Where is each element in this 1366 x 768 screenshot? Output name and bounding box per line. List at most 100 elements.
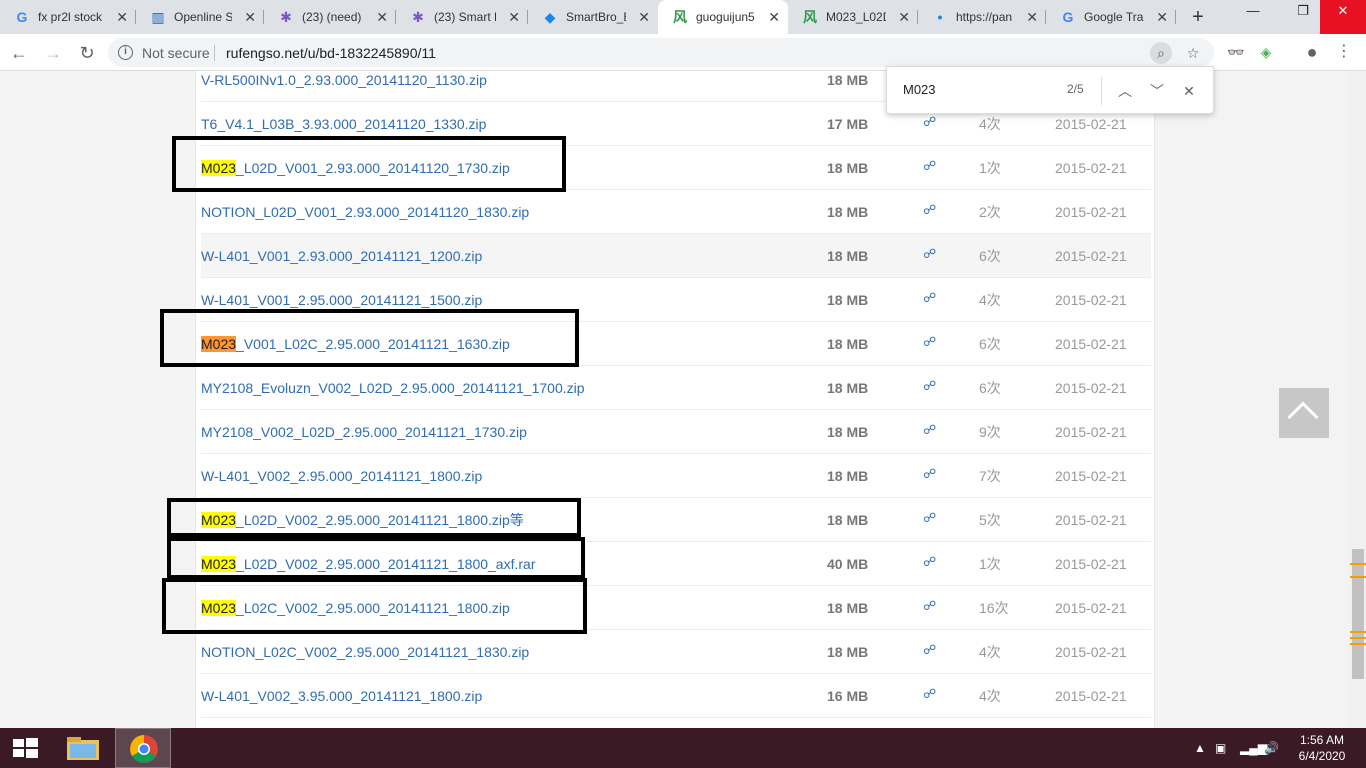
share-link-icon[interactable]: ☍ [923,410,936,450]
chrome-taskbar-button[interactable] [115,728,171,768]
share-link-icon[interactable]: ☍ [923,278,936,318]
new-tab-button[interactable]: + [1186,0,1210,34]
file-name-text: W-L401_V001_2.95.000_20141121_1500.zip [201,292,483,308]
scrollbar-thumb[interactable] [1352,549,1364,679]
tab-1[interactable]: ▥ Openline SN ✕ [136,0,264,34]
system-clock[interactable]: 1:56 AM 6/4/2020 [1282,732,1362,764]
share-link-icon[interactable]: ☍ [923,586,936,626]
file-row: W-L401_V002_2.95.000_20141121_1800.zip 18… [201,454,1151,498]
tab-close-icon[interactable]: ✕ [508,0,520,34]
reload-button[interactable]: ↻ [74,40,100,66]
share-link-icon[interactable]: ☍ [923,674,936,714]
back-button[interactable]: ← [6,40,32,66]
share-link-icon[interactable]: ☍ [923,498,936,538]
tab-close-icon[interactable]: ✕ [116,0,128,34]
windows-taskbar: ▲ ▣ ▂▄▆ 🔊 1:56 AM 6/4/2020 [0,728,1366,768]
share-link-icon[interactable]: ☍ [923,630,936,670]
find-bar: M023 2/5 ︿ ﹀ ✕ [886,66,1214,114]
share-link-icon[interactable]: ☍ [923,542,936,582]
tab-6[interactable]: 风 M023_L02D ✕ [788,0,918,34]
find-in-page-icon[interactable]: ⌕ [1150,42,1172,64]
tab-title: fx pr2l stock [38,10,103,24]
file-name-link[interactable]: NOTION_L02C_V002_2.95.000_20141121_1830.… [201,630,529,674]
tab-close-icon[interactable]: ✕ [1156,0,1168,34]
address-bar[interactable]: i Not secure rufengso.net/u/bd-183224589… [108,38,1214,67]
file-size: 18 MB [827,336,869,352]
file-size: 18 MB [827,248,869,264]
tab-close-icon[interactable]: ✕ [376,0,388,34]
profile-icon[interactable]: ● [1300,40,1324,64]
tab-8[interactable]: G Google Tran ✕ [1046,0,1176,34]
network-status-icon[interactable]: ▣ [1215,728,1226,768]
back-to-top-button[interactable] [1279,388,1329,438]
file-size: 18 MB [827,292,869,308]
tab-4[interactable]: ◆ SmartBro_B ✕ [528,0,658,34]
browser-window: + — ❐ ✕ Gfx pr2l stock✕▥Openline SN✕✱(23… [0,0,1366,768]
extension-icon[interactable]: ◈ [1254,40,1278,64]
file-name-link[interactable]: MY2108_Evoluzn_V002_L02D_2.95.000_201411… [201,366,585,410]
file-date: 2015-02-21 [1055,600,1127,616]
file-name-link[interactable]: V-RL500INv1.0_2.93.000_20141120_1130.zip [201,71,487,102]
bookmark-star-icon[interactable]: ☆ [1182,42,1204,64]
find-next-button[interactable]: ﹀ [1145,79,1169,103]
share-link-icon[interactable]: ☍ [923,190,936,230]
tab-favicon: 风 [673,9,687,25]
signal-icon[interactable]: ▂▄▆ [1240,728,1267,768]
tab-2[interactable]: ✱ (23) (need) s ✕ [264,0,396,34]
file-date: 2015-02-21 [1055,556,1127,572]
tab-5[interactable]: 风 guoguijun5 ✕ [658,0,788,34]
file-name-link[interactable]: W-L401_V002_2.95.000_20141121_1800.zip [201,454,482,498]
share-link-icon[interactable]: ☍ [923,322,936,362]
share-link-icon[interactable]: ☍ [923,146,936,186]
file-size: 18 MB [827,424,869,440]
file-name-link[interactable]: W-L401_V001_2.93.000_20141121_1200.zip [201,234,482,278]
file-date: 2015-02-21 [1055,468,1127,484]
close-window-button[interactable]: ✕ [1320,0,1366,34]
file-name-link[interactable]: W-L401_V002_3.95.000_20141121_1800.zip [201,674,482,718]
find-previous-button[interactable]: ︿ [1113,79,1137,103]
tab-3[interactable]: ✱ (23) Smart B ✕ [396,0,528,34]
download-count: 6次 [979,380,1001,396]
page-scrollbar[interactable] [1350,71,1366,728]
file-size: 18 MB [827,644,869,660]
minimize-button[interactable]: — [1230,0,1276,34]
find-separator [1101,77,1102,105]
forward-button[interactable]: → [40,40,66,66]
share-link-icon[interactable]: ☍ [923,234,936,274]
file-explorer-button[interactable] [56,728,112,768]
tab-close-icon[interactable]: ✕ [1026,0,1038,34]
find-match-count: 2/5 [1067,82,1084,96]
share-link-icon[interactable]: ☍ [923,366,936,406]
file-date: 2015-02-21 [1055,424,1127,440]
tab-close-icon[interactable]: ✕ [638,0,650,34]
download-count: 2次 [979,204,1001,220]
share-link-icon[interactable]: ☍ [923,454,936,494]
tab-close-icon[interactable]: ✕ [768,0,780,34]
find-close-button[interactable]: ✕ [1177,79,1201,103]
menu-icon[interactable]: ⋮ [1332,40,1356,64]
tab-close-icon[interactable]: ✕ [898,0,910,34]
download-count: 16次 [979,600,1009,616]
annotation-box [167,498,581,537]
tab-close-icon[interactable]: ✕ [244,0,256,34]
file-name-link[interactable]: MY2108_V002_L02D_2.95.000_20141121_1730.… [201,410,527,454]
start-button[interactable] [0,728,50,768]
incognito-extension-icon[interactable]: 👓 [1224,40,1248,64]
tab-0[interactable]: Gfx pr2l stock ✕ [0,0,136,34]
file-name-link[interactable]: NOTION_L02D_V001_2.93.000_20141120_1830.… [201,190,529,234]
tab-separator [1175,10,1176,24]
tab-favicon: ◆ [544,9,556,25]
tab-title: https://pan [956,10,1013,24]
tab-title: Google Tran [1084,10,1144,24]
volume-icon[interactable]: 🔊 [1264,728,1279,768]
url-text[interactable]: rufengso.net/u/bd-1832245890/11 [226,45,436,61]
info-icon[interactable]: i [118,45,133,60]
show-hidden-icons[interactable]: ▲ [1194,728,1206,768]
file-size: 18 MB [827,380,869,396]
file-date: 2015-02-21 [1055,336,1127,352]
file-name-text: V-RL500INv1.0_2.93.000_20141120_1130.zip [201,72,487,88]
find-input[interactable]: M023 [903,82,936,97]
annotation-box [172,136,566,192]
url-separator [214,45,215,61]
tab-7[interactable]: • https://pan ✕ [918,0,1046,34]
